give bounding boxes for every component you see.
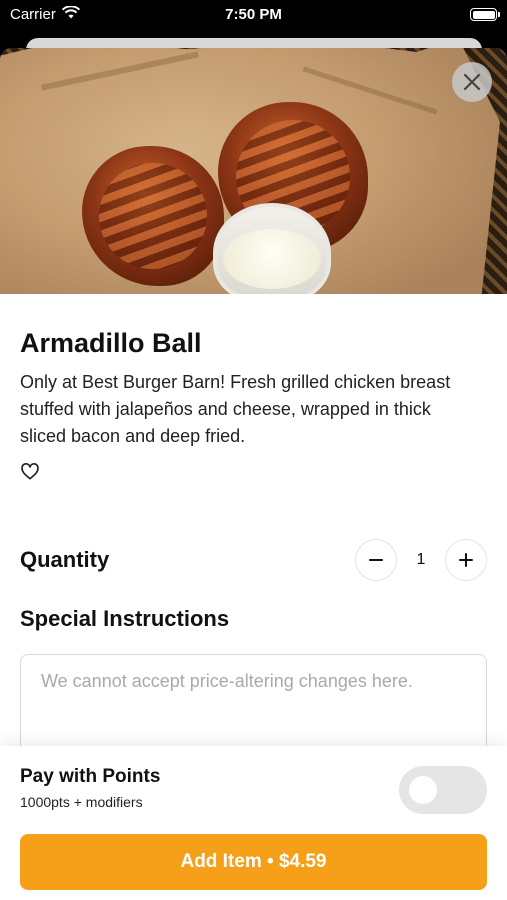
pay-with-points-toggle[interactable] <box>399 766 487 814</box>
plus-icon <box>459 553 473 567</box>
toggle-knob <box>409 776 437 804</box>
special-instructions-placeholder: We cannot accept price-altering changes … <box>41 671 413 691</box>
points-info: Pay with Points 1000pts + modifiers <box>20 766 160 810</box>
quantity-value: 1 <box>416 551 426 568</box>
close-icon <box>463 73 481 91</box>
decrement-button[interactable] <box>355 539 397 581</box>
checkout-panel: Pay with Points 1000pts + modifiers Add … <box>0 746 507 900</box>
item-detail-sheet: Armadillo Ball Only at Best Burger Barn!… <box>0 48 507 900</box>
status-bar: Carrier 7:50 PM <box>0 0 507 30</box>
item-title: Armadillo Ball <box>20 328 202 358</box>
item-description: Only at Best Burger Barn! Fresh grilled … <box>20 372 451 446</box>
minus-icon <box>369 559 383 561</box>
heart-icon <box>21 463 39 480</box>
status-time: 7:50 PM <box>225 6 282 23</box>
battery-icon <box>470 8 500 21</box>
increment-button[interactable] <box>445 539 487 581</box>
quantity-row: Quantity 1 <box>20 538 487 582</box>
item-photo <box>0 48 507 294</box>
add-item-button[interactable]: Add Item • $4.59 <box>20 834 487 890</box>
points-subtitle: 1000pts + modifiers <box>20 794 143 810</box>
quantity-stepper: 1 <box>355 539 487 581</box>
dip-cup <box>213 203 331 294</box>
special-instructions-label: Special Instructions <box>20 606 230 631</box>
quantity-label: Quantity <box>20 547 110 572</box>
close-button[interactable] <box>452 62 492 102</box>
favorite-button[interactable] <box>20 462 40 482</box>
points-title: Pay with Points <box>20 766 161 787</box>
